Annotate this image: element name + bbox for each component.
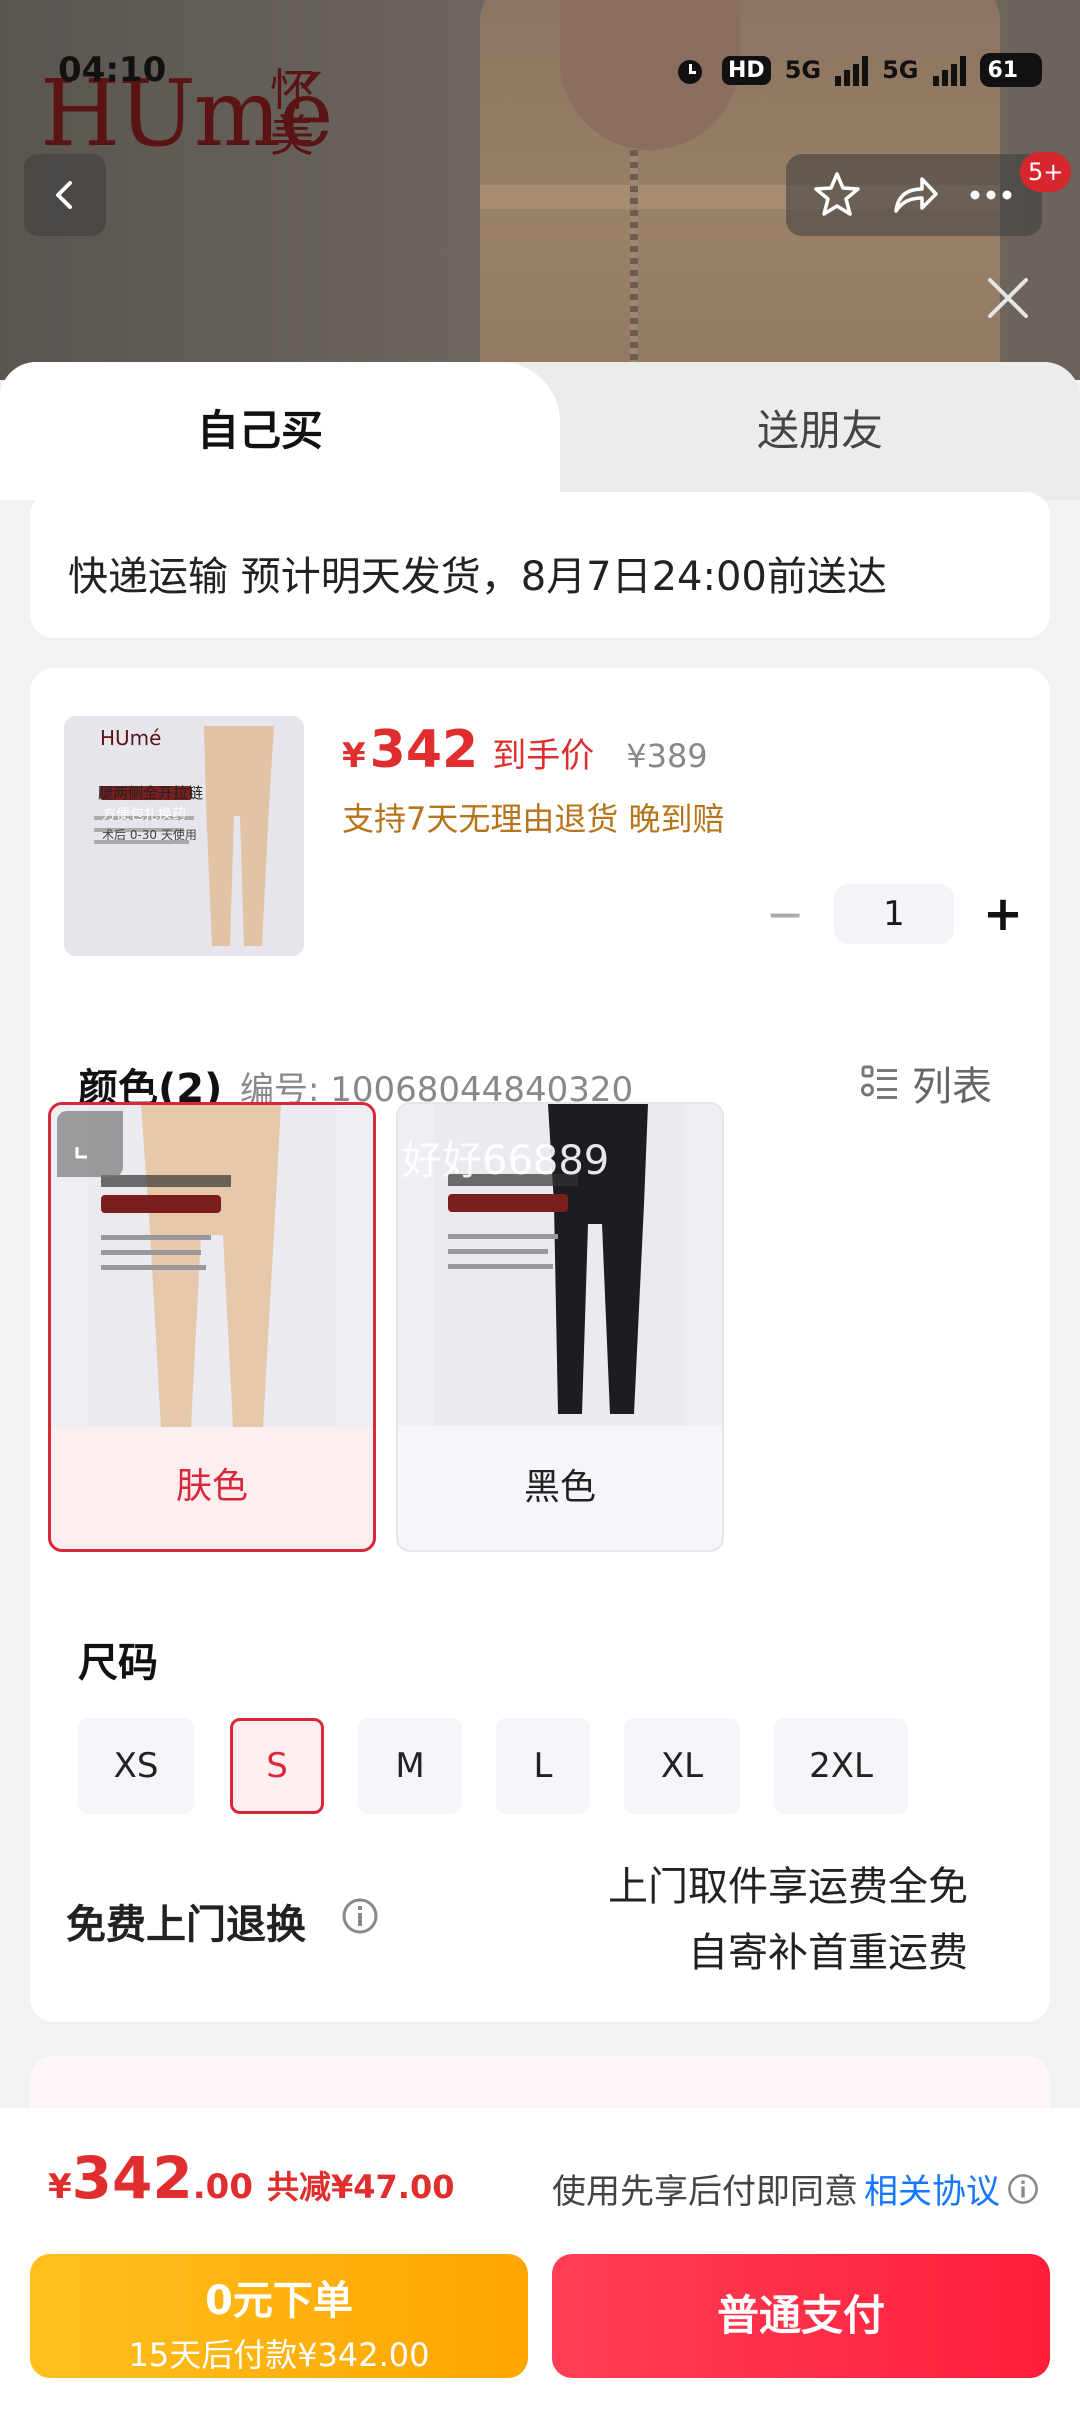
final-price-tag: 到手价 [492,736,595,776]
size-option-s[interactable]: S [230,1718,324,1814]
more-icon[interactable] [963,167,1019,223]
normal-pay-button[interactable]: 普通支付 [552,2254,1050,2378]
tab-gift-friend[interactable]: 送朋友 [560,362,1080,500]
chevron-left-icon [56,181,72,209]
total-saving: 共减¥47.00 [266,2168,455,2206]
total-price: ¥ 342 .00 共减¥47.00 [48,2144,454,2212]
color-option-skin[interactable]: 肤色 [48,1102,376,1552]
bnpl-agreement: 使用先享后付即同意 相关协议 [552,2164,1040,2213]
free-return-line1: 上门取件享运费全免 [608,1864,968,1910]
agreement-link[interactable]: 相关协议 [864,2164,1000,2213]
quantity-increase-button[interactable]: + [968,886,1038,942]
signal-1-icon [835,54,869,86]
size-section-title: 尺码 [78,1640,158,1686]
back-button[interactable] [24,154,106,236]
list-icon [861,1065,897,1099]
size-option-xs[interactable]: XS [78,1718,194,1814]
thumb-brand: HUmé [100,726,162,750]
signal-2-icon [932,54,966,86]
price-currency: ¥ [342,736,366,776]
size-option-xl[interactable]: XL [624,1718,740,1814]
final-price: 342 [369,720,479,780]
share-icon[interactable] [886,167,942,223]
color-option-skin-label: 肤色 [175,1466,248,1507]
list-view-label: 列表 [912,1064,992,1110]
status-icons: HD 5G 5G 61 [672,48,1042,92]
thumb-caption-2: 方便包扎换药 [102,807,186,823]
free-return-title: 免费上门退换 [66,1902,306,1948]
delivery-estimate: 快递运输 预计明天发货，8月7日24:00前送达 [68,554,887,600]
hd-indicator: HD [722,55,771,85]
free-return-line2: 自寄补首重运费 [688,1930,968,1976]
quantity-decrease-button[interactable]: − [750,887,820,941]
expand-icon[interactable] [57,1111,123,1177]
free-return-description: 上门取件享运费全免 自寄补首重运费 [608,1854,968,1986]
quantity-stepper: − 1 + [750,884,1038,944]
list-view-toggle[interactable]: 列表 [860,1054,992,1112]
price-row: ¥ 342 到手价 ¥389 [342,720,708,780]
checkout-bar: ¥ 342 .00 共减¥47.00 使用先享后付即同意 相关协议 0元下单 1… [0,2108,1080,2412]
total-currency: ¥ [48,2167,72,2207]
brand-logo-cn: 怀美 [270,65,314,162]
watermark: 好好66889 [402,1138,610,1184]
size-option-l[interactable]: L [496,1718,590,1814]
battery-icon: 61 [979,53,1042,87]
purchase-tabs: 自己买 送朋友 [0,362,1080,500]
star-icon[interactable] [809,167,865,223]
buy-now-pay-later-button[interactable]: 0元下单 15天后付款¥342.00 [30,2254,528,2378]
close-icon[interactable] [980,270,1036,326]
bnpl-subtitle: 15天后付款¥342.00 [128,2336,430,2374]
header-actions [786,154,1042,236]
info-icon[interactable] [340,1896,380,1936]
bnpl-title: 0元下单 [205,2278,353,2324]
alarm-icon [678,60,702,84]
size-option-2xl[interactable]: 2XL [774,1718,908,1814]
original-price: ¥389 [626,737,708,775]
color-option-black-label: 黑色 [523,1467,596,1508]
info-icon[interactable] [1006,2172,1040,2206]
thumb-caption-1: 腿两侧全开拉链 [98,784,204,802]
tab-buy-self[interactable]: 自己买 [0,362,520,500]
agreement-text: 使用先享后付即同意 [552,2172,858,2212]
purchase-sheet: 自己买 送朋友 快递运输 预计明天发货，8月7日24:00前送达 HUmé 腿两… [0,362,1080,2412]
thumb-caption-3: 术后 0-30 天使用 [102,828,197,842]
network-5g-2: 5G [882,56,919,84]
message-badge: 5+ [1020,152,1072,192]
service-promises: 支持7天无理由退货 晚到赔 [342,800,725,838]
size-option-m[interactable]: M [358,1718,462,1814]
delivery-card: 快递运输 预计明天发货，8月7日24:00前送达 [30,492,1050,638]
total-integer: 342 [71,2144,193,2212]
network-5g-1: 5G [784,56,822,84]
quantity-input[interactable]: 1 [834,884,954,944]
status-time: 04:10 [58,50,167,90]
total-decimal: .00 [192,2167,253,2207]
product-image-zipper [630,150,638,380]
product-thumbnail: HUmé 腿两侧全开拉链 方便包扎换药 术后 0-30 天使用 [64,716,304,956]
